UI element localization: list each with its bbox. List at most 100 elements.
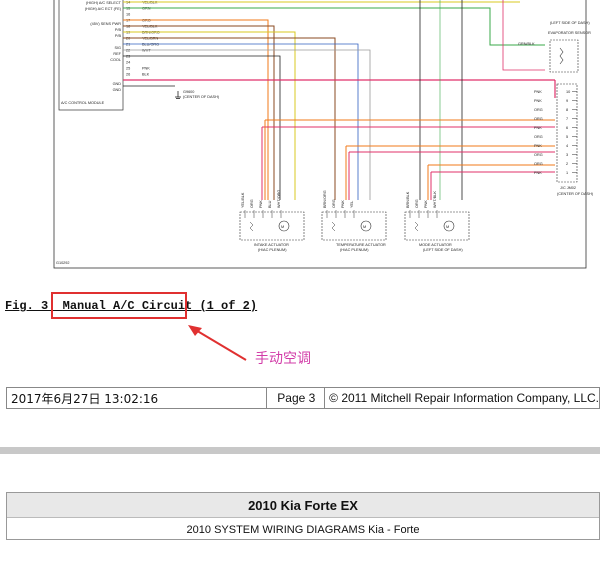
diagram-code: G10292 (56, 261, 70, 265)
wire-color-label: PNK (142, 67, 150, 71)
actuator-wire-label: BLU (268, 200, 272, 208)
wire (502, 0, 545, 71)
wire (123, 55, 281, 200)
actuator-wire-label: PNK (424, 200, 428, 208)
page-footer: 2017年6月27日 13:02:16 Page 3 © 2011 Mitche… (6, 387, 600, 409)
jc-items: PNK 10 PNK 9 ORG 8 ORG 7 PNK 6 ORG 5 PNK 4 ORG 3 ORG 2 PNK… (534, 90, 577, 175)
module-label: GND (113, 82, 122, 86)
motor-symbol: M (281, 225, 284, 229)
actuator-name: MODE ACTUATOR (419, 243, 452, 247)
jc-wire-label: ORG (534, 162, 543, 166)
jc-pin: 10 (566, 90, 570, 94)
jc-wire-label: PNK (534, 144, 542, 148)
wire-color-label: WHT (142, 49, 151, 53)
module-label: SIG (114, 46, 121, 50)
wires (123, 0, 556, 200)
document-title: 2010 Kia Forte EX (7, 493, 599, 518)
jc-pin: 3 (566, 153, 568, 157)
pin-number: 25 (126, 67, 130, 71)
actuator-wire-label: BRN/BLK (406, 191, 410, 208)
actuator: YEL/BLK ORG PNK BLU WHT/ORG M INTAKE ACTUATOR(… (239, 190, 305, 252)
actuator-wire-label: YEL (350, 201, 354, 208)
wiring-diagram: (HIGH) A/C SELECT (HIGH) A/C ECT (FE) (45V… (53, 0, 594, 269)
jc-wire-label: ORG (534, 153, 543, 157)
document-header: 2010 Kia Forte EX 2010 SYSTEM WIRING DIA… (6, 492, 600, 540)
caption-prefix: Fig. 3: (5, 299, 56, 313)
jc-wire-label: PNK (534, 99, 542, 103)
jc-wire-label: ORG (534, 117, 543, 121)
module-name: A/C CONTROL MODULE (61, 101, 105, 105)
actuator-wire-label: ORG (332, 199, 336, 208)
pin-number: 16 (126, 13, 130, 17)
jc-wire-label: PNK (534, 90, 542, 94)
annotation-text: 手动空调 (255, 351, 311, 367)
motor-symbol: M (363, 225, 366, 229)
evap-sensor-box (549, 39, 579, 73)
actuator-wire-label: WHT/ORG (277, 190, 281, 208)
actuator: BRN/BLK ORG PNK WHT/BLK M MODE ACTUATOR(LEFT … (404, 191, 470, 252)
module-label: P/B (115, 34, 122, 38)
evap-wire-label: GRN/BLK (518, 42, 535, 46)
actuator-wire-label: ORG (250, 199, 254, 208)
jc-pin: 4 (566, 144, 568, 148)
pin-number: 22 (126, 49, 130, 53)
wire (123, 37, 336, 200)
module-label: (HIGH) A/C ECT (FE) (85, 7, 122, 11)
caption-suffix: (1 of 2) (199, 299, 258, 313)
jc-wire-label: PNK (534, 171, 542, 175)
module-label: COOL (110, 58, 121, 62)
actuator-wire-label: BRN/ORG (323, 190, 327, 208)
wire (123, 31, 296, 200)
wire-color-label: BLU/ORG (142, 43, 159, 47)
jc-pin: 7 (566, 117, 568, 121)
ground-location: (CENTER OF DASH) (183, 95, 220, 99)
footer-page: Page 3 (267, 388, 326, 408)
motor-symbol: M (446, 225, 449, 229)
pin-number: 24 (126, 61, 130, 65)
actuator-wire-label: YEL/BLK (241, 192, 245, 208)
module-label: P/B (115, 28, 122, 32)
actuator-location: (H/AC PLENUM) (258, 248, 287, 252)
pin-number: 26 (126, 73, 130, 77)
highlight-box (51, 292, 187, 319)
actuator-name: TEMPERATURE ACTUATOR (336, 243, 386, 247)
jc-pin: 5 (566, 135, 568, 139)
wire-color-label: BLK (142, 73, 150, 77)
actuator-wire-label: ORG (415, 199, 419, 208)
wire (123, 19, 269, 200)
module-labels: (HIGH) A/C SELECT (HIGH) A/C ECT (FE) (45V… (85, 1, 122, 92)
jc-pin: 9 (566, 99, 568, 103)
module-label: (HIGH) A/C SELECT (86, 1, 122, 5)
jc-location: (CENTER OF DASH) (557, 192, 594, 196)
wire (123, 43, 359, 200)
actuator-wire-label: PNK (341, 200, 345, 208)
jc-wire-label: ORG (534, 135, 543, 139)
actuator-location: (H/AC PLENUM) (340, 248, 369, 252)
footer-copyright: © 2011 Mitchell Repair Information Compa… (329, 391, 599, 405)
ground-symbol (175, 91, 181, 99)
document-subtitle: 2010 SYSTEM WIRING DIAGRAMS Kia - Forte (186, 523, 420, 536)
evap-sensor-location: (LEFT SIDE OF DASH) (550, 21, 590, 25)
evap-sensor-label: EVAPORATOR SENSOR (548, 31, 591, 35)
jc-pin: 6 (566, 126, 568, 130)
actuator-wire-label: WHT/BLK (433, 191, 437, 208)
jc-label: J/C JM02 (560, 186, 576, 190)
actuator-location: (LEFT SIDE OF DASH) (423, 248, 463, 252)
page-divider (0, 447, 600, 454)
actuator-wire-label: PNK (259, 200, 263, 208)
ground-label: G9600 (183, 90, 194, 94)
jc-pin: 8 (566, 108, 568, 112)
diagram-frame (53, 0, 587, 269)
actuator: BRN/ORG ORG PNK YEL M TEMPERATURE ACTUATOR(H/… (321, 190, 387, 252)
pin-number: 23 (126, 55, 130, 59)
module-label: (45V) SENS PWR (90, 22, 121, 26)
pin-number: 21 (126, 43, 130, 47)
jc-wire-label: ORG (534, 108, 543, 112)
jc-pin: 2 (566, 162, 568, 166)
jc-wire-label: PNK (534, 126, 542, 130)
footer-date: 2017年6月27日 13:02:16 (7, 388, 268, 408)
module-label: REF (113, 52, 121, 56)
actuator-name: INTAKE ACTUATOR (254, 243, 289, 247)
module-label: GND (113, 88, 122, 92)
jc-pin: 1 (566, 171, 568, 175)
